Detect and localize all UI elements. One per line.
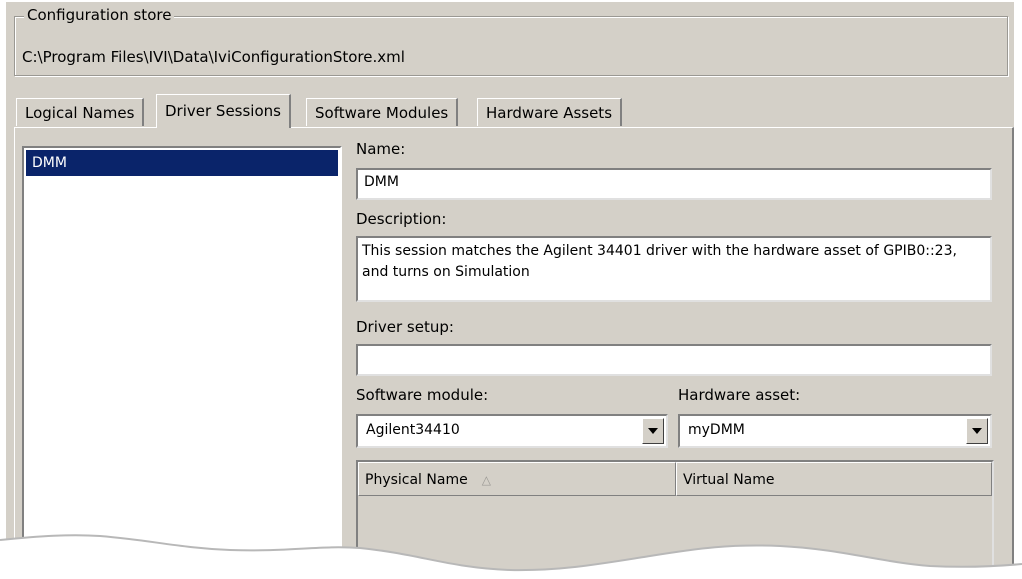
session-list[interactable]: DMM bbox=[22, 146, 342, 576]
configuration-store-legend: Configuration store bbox=[24, 6, 175, 24]
configuration-store-group bbox=[14, 16, 1008, 76]
tab-software-modules[interactable]: Software Modules bbox=[306, 98, 459, 126]
column-header-physical-name[interactable]: Physical Name △ bbox=[358, 462, 676, 496]
description-label: Description: bbox=[356, 210, 447, 228]
hardware-asset-dropdown-button[interactable] bbox=[966, 418, 988, 444]
tab-logical-names[interactable]: Logical Names bbox=[16, 98, 145, 126]
hardware-asset-value: myDMM bbox=[688, 422, 745, 438]
configuration-store-path: C:\Program Files\IVI\Data\IviConfigurati… bbox=[22, 48, 405, 66]
list-item[interactable]: DMM bbox=[26, 150, 338, 176]
description-textarea[interactable]: This session matches the Agilent 34401 d… bbox=[356, 236, 992, 302]
column-header-label: Virtual Name bbox=[683, 472, 775, 488]
software-module-dropdown-button[interactable] bbox=[642, 418, 664, 444]
column-header-virtual-name[interactable]: Virtual Name bbox=[676, 462, 992, 496]
software-module-value: Agilent34410 bbox=[366, 422, 460, 438]
software-module-select[interactable]: Agilent34410 bbox=[356, 414, 668, 448]
name-input[interactable]: DMM bbox=[356, 168, 992, 200]
name-label: Name: bbox=[356, 140, 406, 158]
driver-setup-input[interactable] bbox=[356, 344, 992, 376]
chevron-down-icon bbox=[972, 428, 982, 434]
physical-virtual-names-table[interactable]: Physical Name △ Virtual Name bbox=[356, 460, 994, 576]
ivi-configuration-window: Configuration store C:\Program Files\IVI… bbox=[6, 2, 1014, 576]
driver-setup-label: Driver setup: bbox=[356, 318, 454, 336]
hardware-asset-select[interactable]: myDMM bbox=[678, 414, 992, 448]
hardware-asset-label: Hardware asset: bbox=[678, 386, 801, 404]
tab-hardware-assets[interactable]: Hardware Assets bbox=[477, 98, 623, 126]
chevron-down-icon bbox=[648, 428, 658, 434]
tab-driver-sessions[interactable]: Driver Sessions bbox=[156, 94, 291, 128]
column-header-label: Physical Name bbox=[365, 472, 468, 488]
sort-ascending-icon: △ bbox=[481, 473, 491, 487]
software-module-label: Software module: bbox=[356, 386, 489, 404]
